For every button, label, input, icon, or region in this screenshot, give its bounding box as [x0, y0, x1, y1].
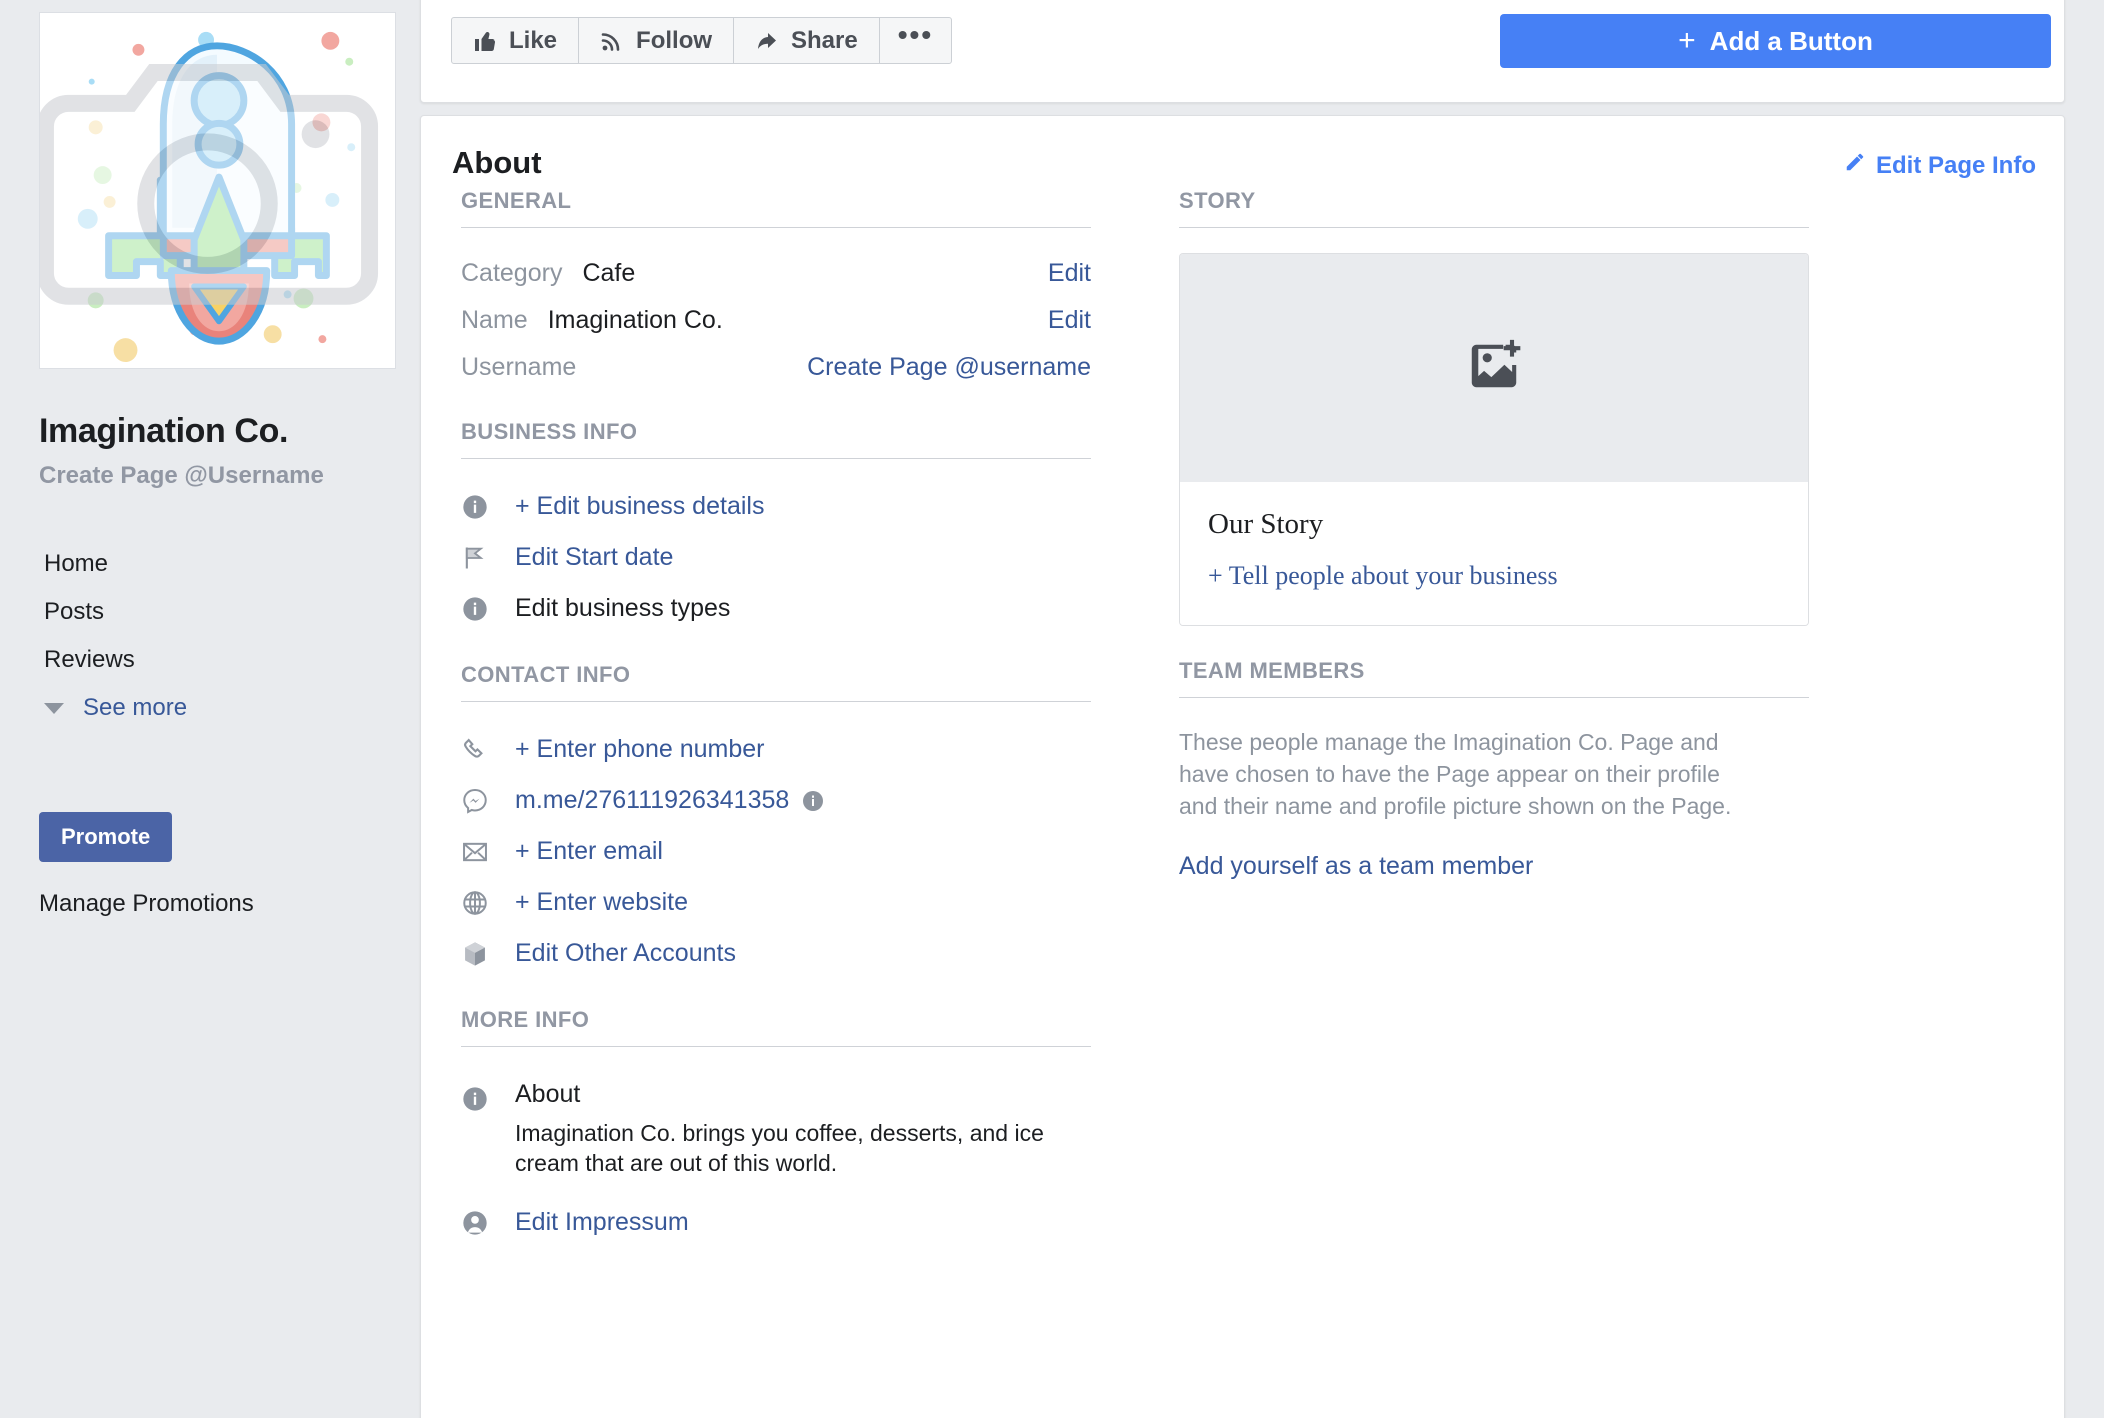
category-label: Category — [461, 259, 563, 287]
profile-photo[interactable] — [39, 12, 396, 369]
website-row[interactable]: + Enter website — [461, 877, 1091, 928]
name-edit-link[interactable]: Edit — [1048, 306, 1091, 335]
about-columns: GENERAL Category Cafe Edit Name Imaginat… — [421, 188, 2064, 1418]
flag-icon — [461, 544, 499, 572]
page-actions-card: Like Follow Share ••• + Add a Button — [420, 0, 2065, 103]
thumbs-up-icon — [473, 29, 497, 53]
name-label: Name — [461, 306, 528, 334]
like-button-label: Like — [509, 26, 558, 54]
start-date-row[interactable]: Edit Start date — [461, 532, 1091, 583]
share-arrow-icon — [755, 29, 779, 53]
impressum-row[interactable]: Edit Impressum — [461, 1178, 1091, 1248]
more-info-section-heading: MORE INFO — [461, 1007, 1091, 1047]
about-description-text: Imagination Co. brings you coffee, desse… — [515, 1120, 1044, 1176]
add-a-button-label: Add a Button — [1709, 25, 1873, 56]
camera-icon[interactable] — [39, 12, 385, 358]
like-button[interactable]: Like — [451, 17, 580, 64]
sidebar-item-posts[interactable]: Posts — [44, 588, 384, 636]
sidebar-nav: Home Posts Reviews See more — [44, 540, 384, 732]
promote-button[interactable]: Promote — [39, 812, 173, 862]
plus-icon: + — [1678, 24, 1696, 57]
sidebar-item-reviews[interactable]: Reviews — [44, 636, 384, 684]
page-title: Imagination Co. — [39, 412, 289, 450]
main-content: Like Follow Share ••• + Add a Button Abo… — [420, 0, 2104, 1418]
other-accounts-label: Edit Other Accounts — [515, 939, 736, 967]
business-types-row[interactable]: Edit business types — [461, 583, 1091, 634]
about-card: About Edit Page Info GENERAL Category Ca… — [420, 115, 2065, 1418]
about-right-column: STORY Our Story + Tell people about your… — [1179, 188, 1809, 1418]
rss-icon — [600, 29, 624, 53]
more-options-button[interactable]: ••• — [878, 17, 953, 64]
sidebar-item-home[interactable]: Home — [44, 540, 384, 588]
info-icon[interactable] — [801, 789, 825, 813]
info-icon — [461, 595, 499, 623]
person-icon — [461, 1209, 499, 1237]
story-card[interactable]: Our Story + Tell people about your busin… — [1179, 253, 1809, 626]
business-details-label: + Edit business details — [515, 492, 765, 520]
add-team-member-link[interactable]: Add yourself as a team member — [1179, 852, 1533, 881]
email-row[interactable]: + Enter email — [461, 826, 1091, 877]
general-row-name: Name Imagination Co. Edit — [461, 297, 1091, 344]
share-button-label: Share — [791, 26, 858, 54]
manage-promotions-link[interactable]: Manage Promotions — [39, 890, 254, 918]
story-section-heading: STORY — [1179, 188, 1809, 228]
pencil-icon — [1844, 151, 1866, 180]
left-sidebar: Imagination Co. Create Page @Username Ho… — [0, 0, 420, 1418]
general-row-category: Category Cafe Edit — [461, 250, 1091, 297]
team-members-description: These people manage the Imagination Co. … — [1179, 729, 1732, 819]
globe-icon — [461, 889, 499, 917]
story-image-placeholder[interactable] — [1180, 254, 1808, 482]
business-types-label: Edit business types — [515, 594, 731, 622]
follow-button-label: Follow — [636, 26, 713, 54]
about-description-block: About Imagination Co. brings you coffee,… — [461, 1069, 1091, 1178]
website-label: + Enter website — [515, 888, 689, 916]
info-icon — [461, 493, 499, 521]
username-label: Username — [461, 353, 577, 381]
sidebar-see-more[interactable]: See more — [44, 684, 384, 732]
create-username-link[interactable]: Create Page @Username — [39, 462, 324, 490]
follow-button[interactable]: Follow — [578, 17, 735, 64]
contact-info-section-heading: CONTACT INFO — [461, 662, 1091, 702]
about-heading: About — [452, 145, 542, 180]
see-more-label: See more — [83, 694, 188, 721]
edit-page-info-link[interactable]: Edit Page Info — [1844, 151, 2036, 180]
story-title: Our Story — [1208, 508, 1324, 540]
cube-icon — [461, 940, 499, 968]
phone-label: + Enter phone number — [515, 735, 765, 763]
start-date-label: Edit Start date — [515, 543, 674, 571]
team-members-section-heading: TEAM MEMBERS — [1179, 658, 1809, 698]
name-value: Imagination Co. — [547, 306, 723, 334]
about-left-column: GENERAL Category Cafe Edit Name Imaginat… — [461, 188, 1091, 1418]
other-accounts-row[interactable]: Edit Other Accounts — [461, 928, 1091, 979]
share-button[interactable]: Share — [733, 17, 880, 64]
phone-row[interactable]: + Enter phone number — [461, 724, 1091, 775]
create-page-username-link[interactable]: Create Page @username — [807, 353, 1091, 382]
ellipsis-icon: ••• — [897, 18, 934, 50]
email-icon — [461, 838, 499, 866]
page-action-button-group: Like Follow Share ••• — [451, 17, 953, 64]
about-subheading: About — [515, 1080, 581, 1108]
story-body: Our Story + Tell people about your busin… — [1180, 482, 1808, 625]
page-root: Imagination Co. Create Page @Username Ho… — [0, 0, 2104, 1418]
edit-page-info-label: Edit Page Info — [1875, 151, 2036, 179]
email-label: + Enter email — [515, 837, 663, 865]
business-info-section-heading: BUSINESS INFO — [461, 419, 1091, 459]
messenger-icon — [461, 787, 499, 815]
info-icon — [461, 1080, 499, 1178]
general-section-heading: GENERAL — [461, 188, 1091, 228]
story-cta-link[interactable]: + Tell people about your business — [1208, 561, 1780, 591]
chevron-down-icon — [44, 702, 64, 714]
messenger-row[interactable]: m.me/276111926341358 — [461, 775, 1091, 826]
add-a-button-button[interactable]: + Add a Button — [1500, 14, 2051, 68]
category-edit-link[interactable]: Edit — [1048, 259, 1091, 288]
category-value: Cafe — [582, 259, 636, 287]
add-photo-icon — [1465, 337, 1523, 400]
business-details-row[interactable]: + Edit business details — [461, 481, 1091, 532]
general-row-username: Username Create Page @username — [461, 344, 1091, 391]
impressum-label: Edit Impressum — [515, 1208, 689, 1236]
phone-icon — [461, 736, 499, 764]
messenger-label: m.me/276111926341358 — [515, 786, 790, 814]
